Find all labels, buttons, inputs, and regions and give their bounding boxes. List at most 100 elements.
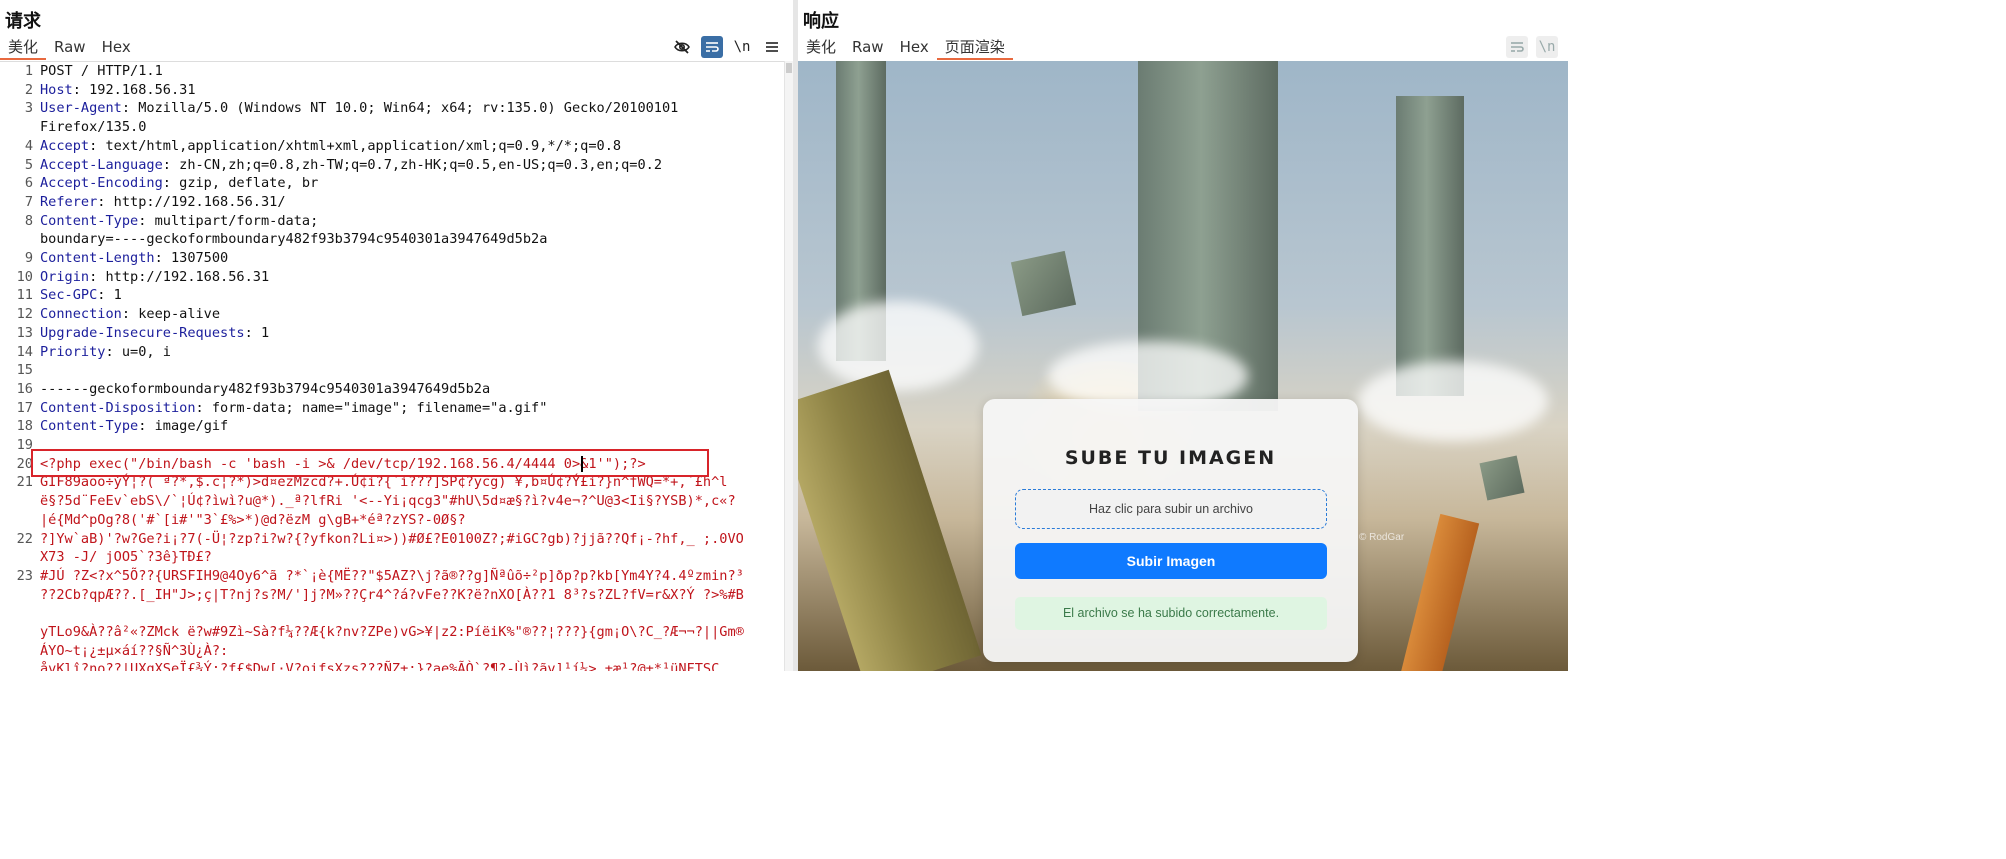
line-content: ------geckoformboundary482f93b3794c95403…: [40, 380, 490, 399]
cloud: [818, 301, 978, 391]
request-editor[interactable]: 1 POST / HTTP/1.1 2 Host: 192.168.56.31 3 Use…: [0, 61, 784, 671]
wrap-icon[interactable]: [701, 36, 723, 58]
header-key: Accept-Encoding: [40, 175, 163, 192]
header-value: |é{Md^pOg?8('#`[i#'"3`£%>*)@d?ëzM g\gB+*…: [40, 511, 466, 528]
header-value: ÁYO~t¡¿±µ×áí??§Ñ^3Ù¿À?:: [40, 642, 229, 659]
line-content: |é{Md^pOg?8('#`[i#'"3`£%>*)@d?ëzM g\gB+*…: [40, 511, 466, 530]
upload-success-message: El archivo se ha subido correctamente.: [1015, 597, 1327, 630]
line-content: POST / HTTP/1.1: [40, 62, 163, 81]
floating-cube: [1479, 455, 1525, 501]
header-value: #JÚ ?Z<?x^5Õ??{URSFIH9@4Oy6^ã ?*`¡è{MË??…: [40, 567, 744, 584]
header-key: Referer: [40, 193, 98, 210]
response-pane: 响应 美化 Raw Hex 页面渲染 \n SUBE TU IMAGEN Haz…: [798, 0, 1568, 671]
header-value: : gzip, deflate, br: [162, 175, 319, 192]
line-content: X73 -J/ jOO5`?3ê}TÐ£?: [40, 548, 212, 567]
line-content: Referer: http://192.168.56.31/: [40, 193, 286, 212]
submit-image-button[interactable]: Subir Imagen: [1015, 543, 1327, 579]
line-content: Sec-GPC: 1: [40, 286, 122, 305]
header-key: Sec-GPC: [40, 287, 98, 304]
foreground-slab: [798, 369, 982, 671]
header-value: boundary=----geckoformboundary482f93b379…: [40, 231, 548, 248]
newline-toggle[interactable]: \n: [731, 36, 753, 58]
rendered-page: SUBE TU IMAGEN Haz clic para subir un ar…: [798, 61, 1568, 671]
header-key: Priority: [40, 343, 106, 360]
line-content: åvKlî?no??|UXqXSeÏ£¾Ý:?f£$Dw[·V?oifsXzs?…: [40, 660, 719, 671]
header-key: Upgrade-Insecure-Requests: [40, 324, 245, 341]
line-content: Priority: u=0, i: [40, 343, 171, 362]
line-number: 4: [24, 137, 33, 154]
line-content: Upgrade-Insecure-Requests: 1: [40, 324, 269, 343]
header-value: yTLo9&À??â²«?ZMck ë?w#9Zì~Sà?f¼??Æ{k?nv?…: [40, 624, 744, 640]
request-tab-pretty[interactable]: 美化: [0, 36, 47, 60]
response-tab-raw[interactable]: Raw: [844, 36, 892, 60]
line-number: 13: [16, 324, 33, 341]
line-number: 15: [16, 362, 33, 379]
response-title: 响应: [803, 11, 839, 32]
line-content: ?]Yw`aB)'?w?Ge?i¡?7(-Ü¦?zp?i?w?{?yfkon?L…: [40, 530, 744, 549]
request-toolbar: \n: [671, 36, 783, 58]
header-value: : multipart/form-data;: [138, 212, 319, 229]
header-value: : 1307500: [154, 250, 229, 266]
line-content: Content-Type: multipart/form-data;: [40, 212, 318, 231]
header-key: Content-Disposition: [40, 399, 196, 416]
newline-toggle[interactable]: \n: [1536, 36, 1558, 58]
file-upload-dropzone[interactable]: Haz clic para subir un archivo: [1015, 489, 1327, 529]
line-number: 10: [16, 268, 33, 285]
line-content: Accept-Encoding: gzip, deflate, br: [40, 174, 318, 193]
line-content: Origin: http://192.168.56.31: [40, 268, 269, 287]
response-tab-pretty[interactable]: 美化: [798, 36, 844, 60]
header-value: : 1: [97, 287, 122, 304]
line-content: Content-Length: 1307500: [40, 249, 228, 268]
header-value: : keep-alive: [121, 306, 221, 323]
line-number: 7: [24, 193, 33, 210]
line-number: 11: [16, 287, 33, 304]
eye-slash-icon[interactable]: [671, 36, 693, 58]
header-value: : http://192.168.56.31/: [97, 193, 286, 210]
line-content: Host: 192.168.56.31: [40, 81, 196, 100]
request-scrollbar[interactable]: [784, 61, 793, 671]
header-value: : form-data; name="image"; filename="a.g…: [195, 399, 548, 416]
text-cursor: [581, 456, 583, 472]
line-number: 22: [16, 530, 33, 547]
header-value: ?]Yw`aB)'?w?Ge?i¡?7(-Ü¦?zp?i?w?{?yfkon?L…: [40, 530, 744, 547]
image-watermark: © RodGar: [1359, 532, 1405, 543]
header-key: Host: [40, 81, 73, 98]
line-content: boundary=----geckoformboundary482f93b379…: [40, 230, 547, 249]
floating-cube: [1010, 250, 1077, 317]
response-tab-hex[interactable]: Hex: [892, 36, 937, 60]
header-value: : image/gif: [138, 418, 229, 435]
line-content: yTLo9&À??â²«?ZMck ë?w#9Zì~Sà?f¼??Æ{k?nv?…: [40, 623, 744, 642]
header-key: Content-Length: [40, 250, 155, 266]
header-value: Firefox/135.0: [40, 119, 147, 136]
line-number: 12: [16, 306, 33, 323]
payload-highlight-box: [31, 449, 709, 477]
line-number: 20: [16, 455, 33, 472]
line-content: Connection: keep-alive: [40, 305, 220, 324]
wrap-icon[interactable]: [1506, 36, 1528, 58]
hamburger-icon[interactable]: [761, 36, 783, 58]
request-tab-raw[interactable]: Raw: [46, 36, 94, 60]
request-pane: 请求 美化 Raw Hex \n 1 POST / HTTP/1.1 2 Host: …: [0, 0, 793, 671]
request-tabs: 美化 Raw Hex: [0, 36, 139, 60]
response-tab-render[interactable]: 页面渲染: [936, 36, 1013, 60]
line-content: Content-Type: image/gif: [40, 417, 228, 436]
header-value: : 1: [244, 324, 270, 341]
header-value: ë§?5d¨FeEv`ebS\/`¦Ú¢?ìwì?u@*)._ª?lfRi '<…: [40, 493, 736, 510]
header-key: User-Agent: [40, 100, 122, 117]
header-value: : text/html,application/xhtml+xml,applic…: [89, 137, 622, 154]
line-number: 1: [24, 63, 33, 79]
header-key: Accept: [40, 137, 90, 154]
header-value: : http://192.168.56.31: [89, 268, 270, 285]
request-title: 请求: [5, 11, 41, 32]
line-number: 21: [16, 474, 33, 491]
header-value: ------geckoformboundary482f93b3794c95403…: [40, 380, 491, 397]
line-number: 17: [16, 399, 33, 416]
header-value: ??2Cb?qpÆ??.[_IH"J>;ç|T?nj?s?M/']j?M»??Ç…: [40, 586, 744, 603]
line-number: 3: [24, 100, 33, 117]
request-tab-hex[interactable]: Hex: [94, 36, 139, 60]
line-number: 23: [16, 567, 33, 584]
upload-card: SUBE TU IMAGEN Haz clic para subir un ar…: [983, 399, 1358, 662]
line-number: 18: [16, 418, 33, 435]
header-value: : zh-CN,zh;q=0.8,zh-TW;q=0.7,zh-HK;q=0.5…: [162, 156, 662, 173]
scrollbar-thumb[interactable]: [786, 63, 792, 73]
